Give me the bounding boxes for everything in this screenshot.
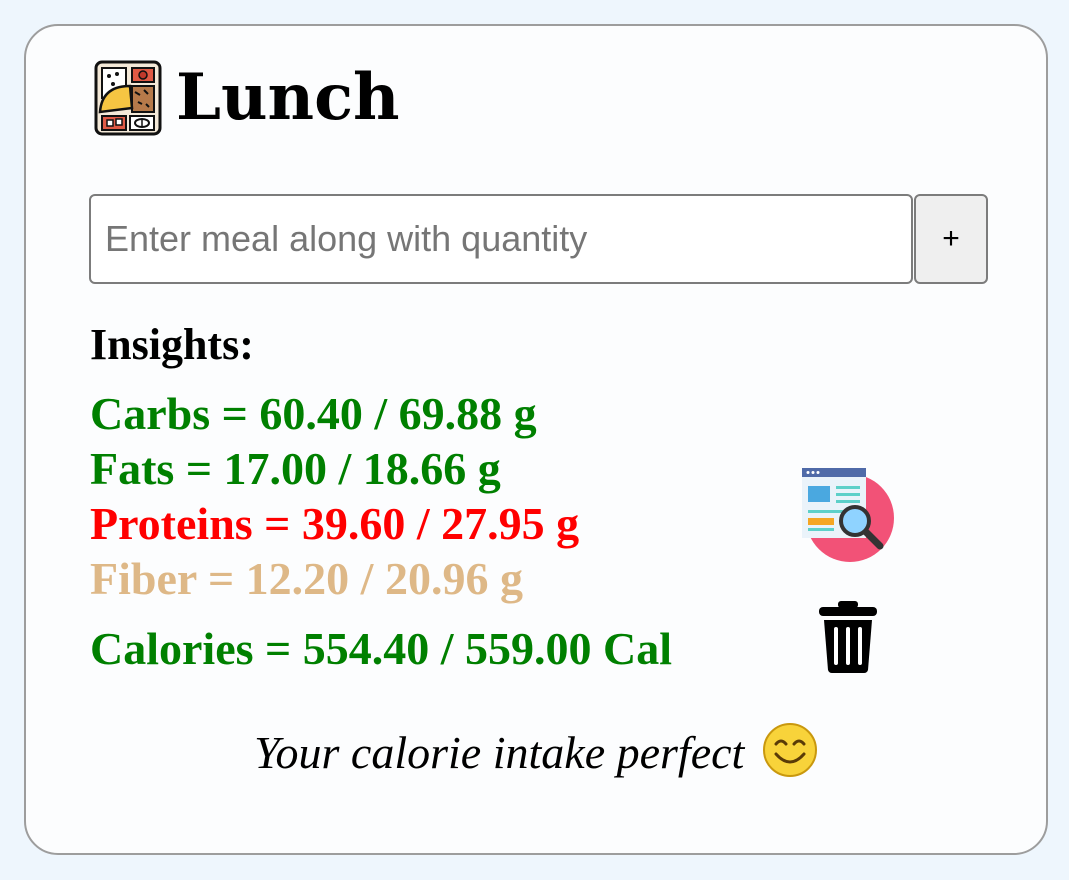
view-details-button[interactable] [800,466,896,567]
delete-button[interactable] [818,600,878,679]
bento-box-icon [94,60,162,136]
meal-card: Lunch + Insights: Carbs = 60.40 / 69.88 … [24,24,1048,855]
proteins-stat: Proteins = 39.60 / 27.95 g [90,498,580,549]
insights-heading: Insights: [90,320,254,369]
trash-icon [819,601,877,673]
page-title: Lunch [176,60,400,135]
calories-stat: Calories = 554.40 / 559.00 Cal [90,623,673,674]
smiley-icon [762,723,817,777]
card-header: Lunch [94,60,400,136]
fiber-stat: Fiber = 12.20 / 20.96 g [90,553,523,604]
calorie-status-message: Your calorie intake perfect [26,722,1046,783]
carbs-stat: Carbs = 60.40 / 69.88 g [90,388,537,439]
meal-input[interactable] [89,194,913,284]
fats-stat: Fats = 17.00 / 18.66 g [90,443,501,494]
add-meal-button[interactable]: + [914,194,988,284]
calorie-status-text: Your calorie intake perfect [254,727,745,778]
report-search-icon [802,468,894,562]
